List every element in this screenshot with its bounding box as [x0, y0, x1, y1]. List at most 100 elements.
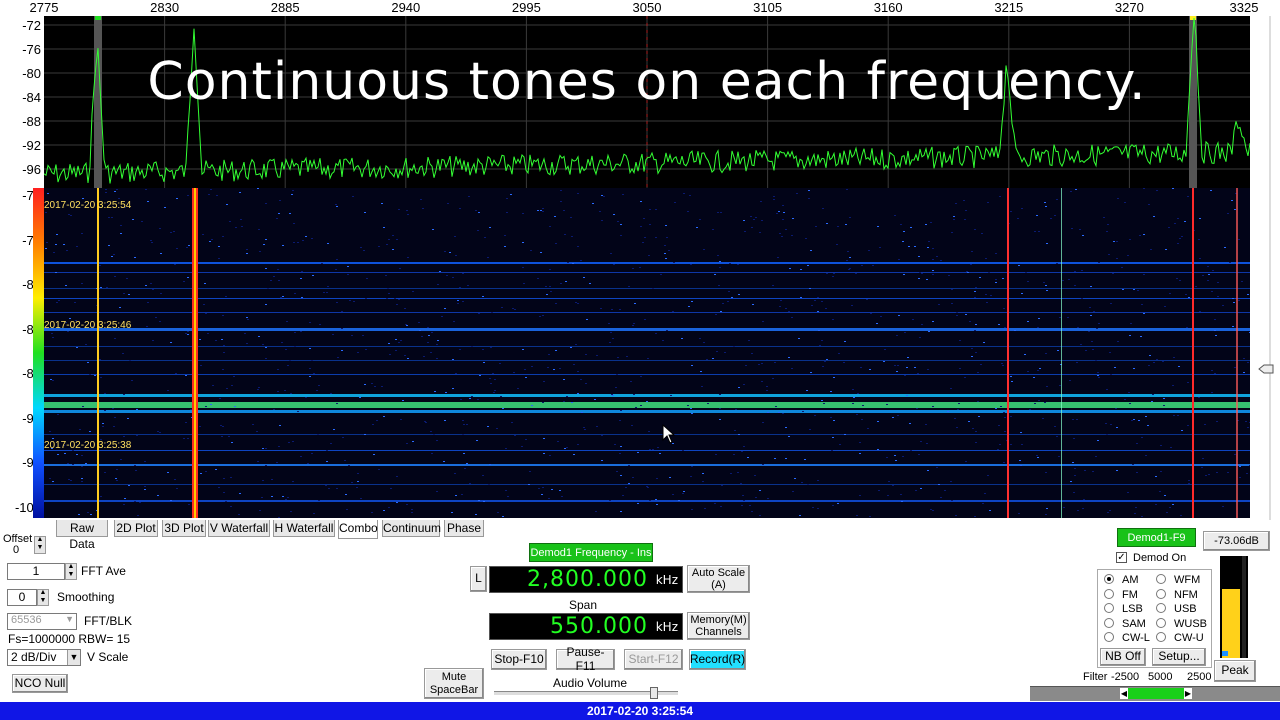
waterfall-noise-dot	[1003, 308, 1005, 309]
record-button[interactable]: Record(R)	[689, 649, 746, 670]
filter-passband[interactable]	[1128, 688, 1184, 699]
radio-circle-icon	[1156, 574, 1166, 584]
tab-combo[interactable]: Combo	[338, 520, 378, 539]
mode-radio-fm[interactable]: FM	[1104, 588, 1138, 601]
waterfall-noise-dot	[223, 478, 225, 479]
fft-blk-select[interactable]: 65536 ▼	[7, 613, 77, 630]
tab-3d-plot[interactable]: 3D Plot	[162, 520, 206, 537]
waterfall-noise-dot	[691, 301, 693, 302]
frequency-tick-label: 3050	[632, 0, 662, 15]
mode-radio-wusb[interactable]: WUSB	[1156, 617, 1207, 630]
waterfall-noise-dot	[371, 383, 373, 384]
filter-bandwidth-bar[interactable]: ◀ ▶	[1030, 686, 1280, 701]
nb-off-button[interactable]: NB Off	[1100, 648, 1146, 666]
mode-radio-am[interactable]: AM	[1104, 574, 1139, 586]
waterfall-noise-dot	[541, 494, 543, 495]
filter-right-handle[interactable]: ▶	[1184, 688, 1192, 699]
waterfall-noise-dot	[995, 253, 997, 254]
setup-button[interactable]: Setup...	[1152, 648, 1206, 666]
filter-left-handle[interactable]: ◀	[1120, 688, 1128, 699]
pause-button[interactable]: Pause-F11	[556, 646, 615, 672]
waterfall-noise-dot	[628, 465, 630, 466]
waterfall-noise-dot	[859, 495, 861, 496]
auto-scale-button[interactable]: Auto Scale (A)	[687, 565, 750, 593]
mute-button[interactable]: Mute SpaceBar	[424, 668, 484, 699]
waterfall-noise-dot	[868, 250, 870, 251]
waterfall-noise-dot	[809, 288, 811, 289]
demod-frequency-button[interactable]: Demod1 Frequency - Ins	[529, 543, 653, 562]
waterfall-noise-dot	[525, 377, 527, 378]
waterfall-display[interactable]: 2017-02-20 3:25:54 2017-02-20 3:25:46 20…	[44, 188, 1250, 518]
mode-radio-wfm[interactable]: WFM	[1156, 574, 1200, 586]
waterfall-noise-dot	[1207, 280, 1209, 281]
audio-volume-thumb[interactable]	[650, 687, 658, 699]
lock-l-button[interactable]: L	[470, 566, 487, 592]
audio-volume-slider[interactable]	[494, 687, 678, 699]
tab-2d-plot[interactable]: 2D Plot	[114, 520, 158, 537]
fft-ave-spinner[interactable]: ▲ ▼	[65, 563, 77, 580]
waterfall-noise-dot	[715, 314, 717, 315]
waterfall-noise-dot	[493, 392, 495, 393]
waterfall-noise-dot	[608, 323, 610, 324]
tab-continuum[interactable]: Continuum	[382, 520, 441, 537]
waterfall-noise-dot	[1054, 215, 1056, 216]
tab-phase[interactable]: Phase	[444, 520, 484, 537]
mode-radio-cw-l[interactable]: CW-L	[1104, 632, 1150, 644]
waterfall-noise-dot	[1110, 424, 1112, 425]
waterfall-noise-dot	[1217, 282, 1219, 283]
tab-v-waterfall[interactable]: V Waterfall	[208, 520, 270, 537]
waterfall-noise-dot	[1046, 508, 1048, 509]
radio-circle-icon	[1104, 617, 1114, 628]
waterfall-noise-dot	[1002, 278, 1004, 279]
waterfall-noise-dot	[167, 390, 169, 391]
waterfall-noise-dot	[855, 273, 857, 274]
waterfall-noise-dot	[678, 500, 680, 501]
mode-radio-usb[interactable]: USB	[1156, 603, 1197, 615]
demod-f9-button[interactable]: Demod1-F9	[1117, 528, 1196, 547]
waterfall-noise-dot	[1231, 200, 1233, 201]
waterfall-noise-dot	[400, 340, 402, 341]
waterfall-noise-dot	[479, 375, 481, 376]
mode-radio-nfm[interactable]: NFM	[1156, 588, 1198, 601]
waterfall-noise-dot	[49, 478, 51, 479]
tab-h-waterfall[interactable]: H Waterfall	[273, 520, 335, 537]
vscale-select[interactable]: 2 dB/Div ▼	[7, 649, 81, 666]
waterfall-noise-dot	[1153, 362, 1155, 363]
waterfall-noise-dot	[1036, 215, 1038, 216]
demod-on-checkbox[interactable]: ✓	[1116, 552, 1127, 563]
offset-spinner[interactable]: ▲ ▼	[34, 536, 46, 554]
mode-radio-lsb[interactable]: LSB	[1104, 603, 1143, 615]
waterfall-noise-dot	[1027, 321, 1029, 322]
waterfall-noise-dot	[335, 204, 337, 205]
waterfall-noise-dot	[231, 385, 233, 386]
peak-button[interactable]: Peak	[1214, 660, 1256, 682]
waterfall-noise-dot	[603, 196, 605, 197]
waterfall-noise-dot	[186, 247, 188, 248]
waterfall-noise-dot	[1216, 421, 1218, 422]
waterfall-noise-dot	[1145, 416, 1147, 417]
stop-button[interactable]: Stop-F10	[491, 649, 547, 670]
smoothing-input[interactable]: 0	[7, 589, 37, 606]
waterfall-noise-dot	[700, 371, 702, 372]
mouse-cursor-icon	[662, 424, 676, 444]
waterfall-noise-dot	[411, 512, 413, 513]
level-slider-icon[interactable]	[1258, 364, 1274, 374]
memory-channels-button[interactable]: Memory(M) Channels	[687, 612, 750, 640]
waterfall-noise-dot	[451, 512, 453, 513]
mode-radio-cw-u[interactable]: CW-U	[1156, 632, 1204, 644]
waterfall-band	[44, 450, 1250, 451]
waterfall-noise-dot	[265, 268, 267, 269]
tab-raw-data[interactable]: Raw Data	[56, 520, 108, 551]
fft-ave-input[interactable]: 1	[7, 563, 65, 580]
waterfall-band	[44, 374, 1250, 375]
start-button[interactable]: Start-F12	[624, 649, 683, 670]
smoothing-spinner[interactable]: ▲ ▼	[37, 589, 49, 606]
mode-radio-sam[interactable]: SAM	[1104, 617, 1146, 630]
waterfall-noise-dot	[950, 388, 952, 389]
waterfall-noise-dot	[489, 464, 491, 465]
frequency-display[interactable]: 2,800.000 kHz	[489, 566, 683, 593]
span-display[interactable]: 550.000 kHz	[489, 613, 683, 640]
waterfall-noise-dot	[1082, 508, 1084, 509]
nco-null-button[interactable]: NCO Null	[12, 674, 68, 693]
waterfall-band	[44, 328, 1250, 331]
